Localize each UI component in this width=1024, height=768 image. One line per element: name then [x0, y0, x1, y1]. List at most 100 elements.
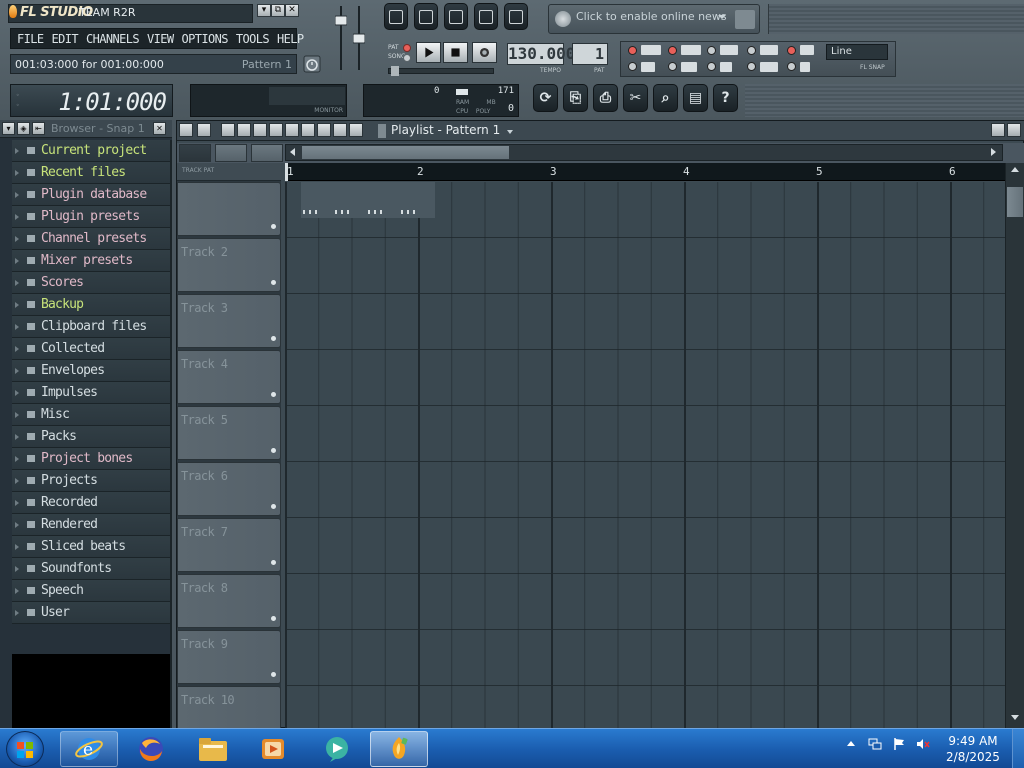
start-button[interactable] — [6, 731, 44, 767]
expand-arrow-icon[interactable] — [15, 170, 19, 176]
song-position-thumb[interactable] — [391, 66, 399, 76]
taskbar-fl-studio[interactable] — [370, 731, 428, 767]
track-select-dot[interactable] — [271, 280, 276, 285]
expand-arrow-icon[interactable] — [15, 588, 19, 594]
playlist-title[interactable]: Playlist - Pattern 1 — [391, 123, 500, 137]
expand-arrow-icon[interactable] — [15, 434, 19, 440]
browser-item[interactable]: Backup — [12, 294, 170, 316]
step-sequencer-button[interactable] — [414, 3, 438, 30]
track-select-dot[interactable] — [271, 336, 276, 341]
volume-muted-icon[interactable] — [916, 737, 930, 751]
menu-channels[interactable]: CHANNELS — [86, 32, 140, 46]
piano-roll-button[interactable] — [444, 3, 468, 30]
menu-help[interactable]: HELP — [277, 32, 304, 46]
track-select-dot[interactable] — [271, 672, 276, 677]
wait-input-led[interactable] — [668, 62, 677, 71]
slice-icon[interactable] — [301, 123, 315, 137]
countdown-led[interactable] — [668, 46, 677, 55]
browser-menu-button[interactable]: ▾ — [2, 122, 15, 135]
menu-edit[interactable]: EDIT — [52, 32, 79, 46]
action-center-flag-icon[interactable] — [892, 737, 906, 751]
typing-keyboard-led[interactable] — [628, 46, 637, 55]
expand-arrow-icon[interactable] — [15, 280, 19, 286]
track-header[interactable]: Track 9 — [177, 630, 281, 684]
expand-arrow-icon[interactable] — [15, 456, 19, 462]
expand-arrow-icon[interactable] — [15, 544, 19, 550]
master-volume-slider[interactable] — [335, 4, 347, 74]
vertical-scroll-thumb[interactable] — [1007, 187, 1023, 217]
menu-tools[interactable]: TOOLS — [236, 32, 270, 46]
track-select-dot[interactable] — [271, 392, 276, 397]
browser-item[interactable]: Packs — [12, 426, 170, 448]
taskbar-messenger[interactable] — [308, 731, 366, 767]
scroll-right-icon[interactable] — [991, 148, 996, 156]
browser-item[interactable]: Plugin presets — [12, 206, 170, 228]
browser-item[interactable]: Soundfonts — [12, 558, 170, 580]
automation-mode-button[interactable] — [215, 144, 247, 162]
blend-notes-led[interactable] — [707, 46, 716, 55]
expand-arrow-icon[interactable] — [15, 368, 19, 374]
magnet-icon[interactable] — [197, 123, 211, 137]
scroll-down-icon[interactable] — [1011, 715, 1019, 720]
track-header[interactable]: Track 5 — [177, 406, 281, 460]
browser-collapse-button[interactable]: ⇤ — [32, 122, 45, 135]
save-button[interactable]: ⎘ — [563, 84, 588, 112]
select-icon[interactable] — [317, 123, 331, 137]
browser-pin-button[interactable]: ◈ — [17, 122, 30, 135]
expand-arrow-icon[interactable] — [15, 236, 19, 242]
brush-icon[interactable] — [237, 123, 251, 137]
song-mode-led[interactable] — [403, 54, 411, 62]
expand-arrow-icon[interactable] — [15, 566, 19, 572]
show-hidden-icons-icon[interactable] — [844, 737, 858, 751]
pattern-mode-led[interactable] — [403, 44, 411, 52]
pattern-selector[interactable]: 1 — [572, 43, 608, 65]
browser-item[interactable]: Recorded — [12, 492, 170, 514]
browser-item[interactable]: Scores — [12, 272, 170, 294]
track-select-dot[interactable] — [271, 224, 276, 229]
track-header[interactable] — [177, 182, 281, 236]
browser-item[interactable]: Project bones — [12, 448, 170, 470]
snap-dropdown[interactable]: Line — [826, 44, 888, 60]
vertical-scrollbar[interactable] — [1005, 163, 1024, 729]
taskbar-media-player[interactable] — [244, 731, 302, 767]
expand-arrow-icon[interactable] — [15, 346, 19, 352]
pencil-icon[interactable] — [221, 123, 235, 137]
menu-view[interactable]: VIEW — [147, 32, 174, 46]
playback-icon[interactable] — [349, 123, 363, 137]
playlist-close-button[interactable] — [1007, 123, 1021, 137]
browser-item[interactable]: Channel presets — [12, 228, 170, 250]
track-header[interactable]: Track 4 — [177, 350, 281, 404]
track-header[interactable]: Track 3 — [177, 294, 281, 348]
pattern-mode-button[interactable] — [179, 144, 211, 162]
master-pitch-slider[interactable] — [353, 4, 365, 74]
expand-arrow-icon[interactable] — [15, 214, 19, 220]
expand-arrow-icon[interactable] — [15, 192, 19, 198]
undo-button[interactable]: ⟳ — [533, 84, 558, 112]
browser-item[interactable]: Misc — [12, 404, 170, 426]
browser-item[interactable]: Sliced beats — [12, 536, 170, 558]
taskbar-clock[interactable]: 9:49 AM 2/8/2025 — [942, 733, 1004, 765]
expand-arrow-icon[interactable] — [15, 412, 19, 418]
track-header[interactable]: Track 2 — [177, 238, 281, 292]
clock-icon[interactable] — [303, 55, 321, 73]
expand-arrow-icon[interactable] — [15, 500, 19, 506]
expand-arrow-icon[interactable] — [15, 522, 19, 528]
menu-file[interactable]: FILE — [17, 32, 44, 46]
record-automation-led[interactable] — [747, 46, 756, 55]
step-edit-led[interactable] — [628, 62, 637, 71]
multilink-led[interactable] — [787, 46, 796, 55]
zoom-icon[interactable] — [333, 123, 347, 137]
timeline-ruler[interactable]: 1 2 3 4 5 6 — [285, 163, 1005, 181]
browser-button[interactable] — [474, 3, 498, 30]
export-button[interactable]: ⎙ — [593, 84, 618, 112]
waveform-monitor[interactable]: MONITOR — [190, 84, 347, 117]
browser-item[interactable]: User — [12, 602, 170, 624]
slip-icon[interactable] — [285, 123, 299, 137]
help-button[interactable]: ? — [713, 84, 738, 112]
joystick-led[interactable] — [787, 62, 796, 71]
track-select-dot[interactable] — [271, 448, 276, 453]
search-button[interactable]: ⌕ — [653, 84, 678, 112]
browser-item[interactable]: Plugin database — [12, 184, 170, 206]
close-button[interactable]: ✕ — [285, 4, 299, 17]
browser-scrollbar[interactable] — [170, 140, 172, 728]
